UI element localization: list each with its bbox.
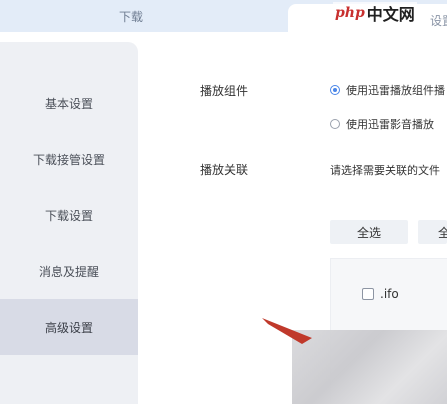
tab-download-label: 下载 <box>118 9 143 24</box>
sidebar-item-messages[interactable]: 消息及提醒 <box>0 243 138 299</box>
tab-download[interactable]: 下载 <box>0 0 262 32</box>
sidebar-item-advanced[interactable]: 高级设置 <box>0 299 138 355</box>
select-all-secondary-label: 全 <box>438 225 447 240</box>
pointer-arrow-icon <box>262 318 312 344</box>
settings-sidebar: 基本设置 下载接管设置 下载设置 消息及提醒 高级设置 <box>0 42 138 404</box>
player-component-label: 播放组件 <box>200 84 249 98</box>
sidebar-item-label: 高级设置 <box>44 320 93 335</box>
select-all-secondary-button[interactable]: 全 <box>418 220 447 244</box>
watermark-logo: php 中文网 <box>333 2 417 24</box>
sidebar-item-download[interactable]: 下载设置 <box>0 187 138 243</box>
sidebar-item-label: 下载接管设置 <box>32 152 105 167</box>
sidebar-item-download-takeover[interactable]: 下载接管设置 <box>0 131 138 187</box>
file-type-ext: .ifo <box>380 287 399 301</box>
checkbox-icon[interactable] <box>362 288 374 300</box>
sidebar-item-label: 基本设置 <box>44 96 93 111</box>
watermark-logo-text: 中文网 <box>366 5 415 24</box>
file-type-item-ifo[interactable]: .ifo <box>362 287 399 301</box>
tab-strip: 下载 设置 php 中文网 <box>0 0 447 34</box>
blurred-region <box>292 330 447 404</box>
radio-icon-checked[interactable] <box>330 85 340 95</box>
sidebar-item-label: 消息及提醒 <box>38 264 99 279</box>
playback-assoc-prompt: 请选择需要关联的文件 <box>330 164 440 177</box>
radio-option-text: 使用迅雷影音播放 <box>346 118 434 131</box>
radio-option-thunder-player[interactable]: 使用迅雷影音播放 <box>330 116 434 132</box>
tab-settings-label: 设置 <box>430 14 447 28</box>
radio-icon-unchecked[interactable] <box>330 119 340 129</box>
playback-assoc-label: 播放关联 <box>200 163 249 177</box>
sidebar-item-label: 下载设置 <box>44 208 93 223</box>
radio-option-text: 使用迅雷播放组件播 <box>346 84 445 97</box>
radio-option-thunder-component[interactable]: 使用迅雷播放组件播 <box>330 82 445 98</box>
sidebar-item-basic[interactable]: 基本设置 <box>0 75 138 131</box>
watermark-logo-mark: php <box>335 5 365 21</box>
select-all-button[interactable]: 全选 <box>330 220 408 244</box>
select-all-label: 全选 <box>356 225 381 240</box>
